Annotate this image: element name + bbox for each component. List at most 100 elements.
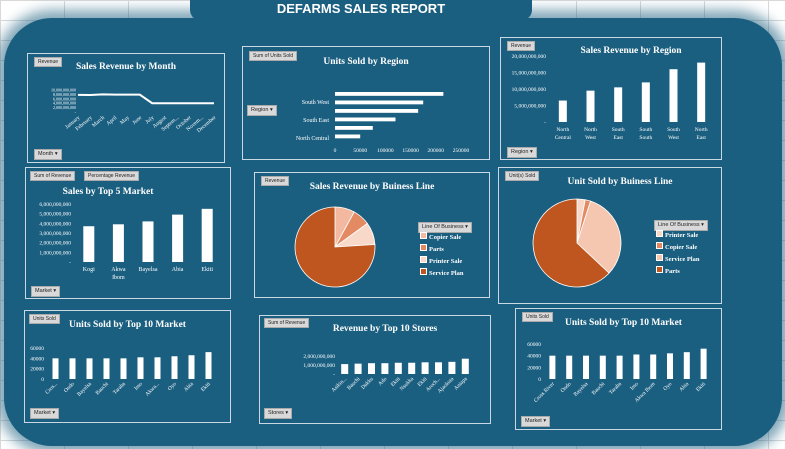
x-tick-label: North — [584, 127, 597, 133]
chart-revenue-top10-stores: 2,000,000,000 1,000,000,000 -Asikin...Bauc… — [303, 354, 469, 395]
x-tick-label: May — [119, 115, 131, 126]
x-tick-label: East — [696, 135, 706, 141]
bar — [335, 117, 396, 122]
x-tick-label: 250000 — [453, 148, 470, 154]
chart-revenue-by-month: 10,000,000,0008,000,000,0006,000,000,000… — [51, 88, 217, 135]
report-title: DEFARMS SALES REPORT — [190, 0, 532, 20]
y-tick-label: 1,000,000,000 — [303, 363, 335, 369]
x-tick-label: Taraba — [112, 381, 127, 396]
region-filter-dropdown[interactable]: Region ▾ — [507, 147, 537, 158]
bar — [142, 221, 154, 262]
bar — [120, 358, 127, 379]
x-tick-label: Abia — [183, 381, 195, 393]
x-tick-label: Ibom — [112, 275, 125, 281]
y-tick-label: - — [69, 260, 71, 266]
legend-item: Printer Sale — [656, 230, 699, 242]
panel-units-top10-market-right: Units Sold Units Sold by Top 10 Market 6… — [515, 308, 722, 430]
bar — [421, 362, 429, 374]
y-tick-label: 10,000,000,000 — [512, 87, 547, 93]
x-tick-label: West — [668, 135, 679, 141]
x-tick-label: 100000 — [377, 148, 394, 154]
x-tick-label: June — [132, 115, 144, 126]
panel-units-by-business-line: Unit(s) Sold Unit Sold by Buiness Line L… — [498, 167, 722, 304]
y-tick-label: 2,000,000,000 — [303, 354, 335, 360]
bar — [354, 363, 362, 374]
x-tick-label: Bayelsa — [139, 267, 158, 273]
x-tick-label: Central — [555, 135, 572, 141]
panel-units-top10-market-left: Units Sold Units Sold by Top 10 Market 6… — [24, 310, 231, 423]
x-tick-label: Asikin... — [331, 376, 349, 394]
y-tick-label: South East — [303, 118, 329, 124]
line-series — [77, 93, 214, 105]
y-tick-label: 3,000,000,000 — [39, 231, 71, 237]
x-tick-label: April — [106, 115, 119, 127]
bar — [667, 353, 673, 379]
x-tick-label: Imo — [133, 381, 144, 392]
y-tick-label: - — [333, 372, 335, 378]
bar — [650, 354, 657, 379]
chart-units-top10-market-left: 60000 40000 20000 0Cros... Ondo Bayelsa Bauchi… — [30, 346, 212, 398]
x-tick-label: Ekiti — [201, 267, 213, 273]
x-tick-label: South — [667, 127, 680, 133]
legend-item: Service Plan — [420, 268, 463, 280]
bar — [172, 214, 184, 262]
market-filter-dropdown[interactable]: Market ▾ — [521, 416, 551, 427]
panel-sales-top5-market: Sum of Revenue Percentage Revenue Sales … — [25, 167, 231, 299]
x-tick-label: 150000 — [402, 148, 419, 154]
y-tick-label: 2,000,000,000 — [39, 241, 71, 247]
bar — [103, 358, 110, 379]
bar — [205, 352, 212, 379]
y-tick-label: 60000 — [527, 342, 541, 348]
stores-filter-dropdown[interactable]: Stores ▾ — [264, 408, 293, 419]
bar — [335, 126, 373, 130]
x-tick-label: South — [639, 127, 652, 133]
y-tick-label: 6,000,000,000 — [39, 202, 71, 208]
region-filter-dropdown[interactable]: Region ▾ — [247, 105, 277, 116]
y-tick-label: 15,000,000,000 — [512, 71, 547, 77]
bar — [112, 224, 124, 262]
legend: Printer Sale Copier Sale Service Plan Pa… — [656, 230, 699, 278]
y-tick-label: 5,000,000,000 — [39, 212, 71, 218]
x-tick-label: Dakku — [360, 376, 375, 391]
bar — [683, 352, 690, 379]
y-tick-label: North Central — [296, 136, 329, 142]
chart-units-top10-market-right: 60000 40000 20000 0Cross River Ondo Bayelsa Ba… — [527, 342, 707, 404]
legend-item: Printer Sale — [420, 256, 463, 268]
month-filter-dropdown[interactable]: Month ▾ — [34, 149, 62, 160]
x-tick-label: Bauchi — [591, 381, 607, 397]
x-tick-label: 200000 — [428, 148, 445, 154]
bar — [137, 357, 144, 379]
bar — [201, 208, 213, 262]
chart-sales-top5-market: 6,000,000,000 5,000,000,000 4,000,000,000 3… — [39, 202, 213, 281]
bar — [394, 362, 402, 374]
market-filter-dropdown[interactable]: Market ▾ — [30, 408, 60, 419]
market-filter-dropdown[interactable]: Market ▾ — [31, 286, 61, 297]
bar — [448, 361, 456, 374]
x-tick-label: Abia — [172, 267, 184, 273]
x-tick-label: North — [695, 127, 708, 133]
x-tick-label: East — [613, 135, 623, 141]
bar — [188, 355, 195, 379]
bar — [83, 226, 95, 262]
x-tick-label: Ekiti — [200, 381, 212, 393]
y-tick-label: 60000 — [30, 346, 44, 352]
y-tick-label: 4,000,000,000 — [39, 221, 71, 227]
panel-revenue-by-region: Revenue Sales Revenue by Region 20,000,0… — [500, 37, 722, 160]
x-tick-label: Oyo — [662, 381, 673, 392]
x-tick-label: Ado — [377, 376, 388, 387]
x-tick-label: Bauchi — [95, 381, 111, 397]
bar — [435, 362, 442, 374]
y-tick-label: 40000 — [527, 354, 541, 360]
y-tick-label: 5,000,000,000 — [514, 104, 546, 110]
bar — [669, 69, 678, 122]
legend-item: Copier Sale — [656, 242, 699, 254]
y-tick-label: - — [75, 110, 77, 115]
panel-revenue-by-business-line: Revenue Sales Revenue by Buiness Line Li… — [254, 172, 490, 298]
x-tick-label: Ekiti — [695, 381, 707, 393]
legend-item: Copier Sale — [420, 232, 463, 244]
x-tick-label: Bayelsa — [573, 381, 590, 398]
bar — [171, 356, 178, 379]
bar — [558, 100, 567, 122]
x-tick-label: Cross River — [533, 381, 556, 404]
x-tick-label: Cros... — [44, 381, 59, 396]
